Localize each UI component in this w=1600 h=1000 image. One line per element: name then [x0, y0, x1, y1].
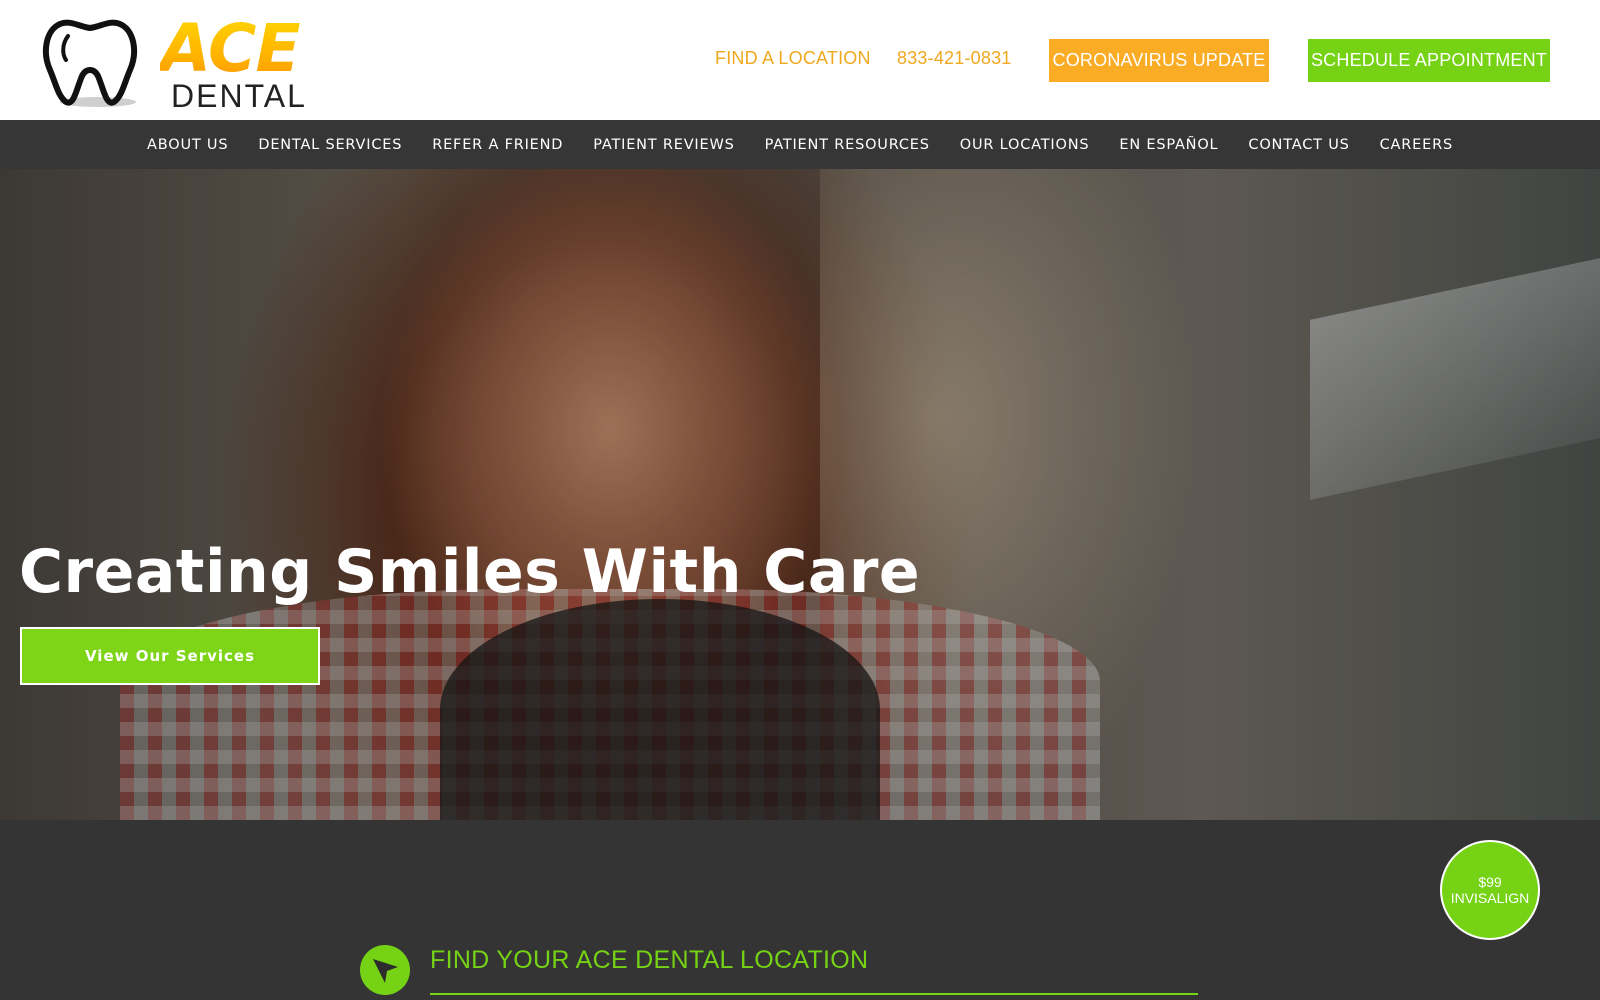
logo-word-dental: DENTAL — [171, 78, 307, 114]
nav-item-en-espanol[interactable]: EN ESPAÑOL — [1119, 137, 1218, 153]
promo-price: $99 — [1478, 874, 1502, 890]
locations-title: FIND YOUR ACE DENTAL LOCATION — [430, 946, 869, 974]
tooth-icon — [42, 19, 138, 107]
invisalign-promo-badge[interactable]: $99 INVISALIGN — [1440, 840, 1540, 940]
nav-item-about-us[interactable]: ABOUT US — [147, 137, 228, 153]
nav-item-careers[interactable]: CAREERS — [1380, 137, 1453, 153]
nav-item-patient-reviews[interactable]: PATIENT REVIEWS — [593, 137, 734, 153]
nav-item-contact-us[interactable]: CONTACT US — [1248, 137, 1349, 153]
main-nav: ABOUT US DENTAL SERVICES REFER A FRIEND … — [0, 120, 1600, 169]
phone-link[interactable]: 833-421-0831 — [897, 48, 1012, 69]
promo-label: INVISALIGN — [1450, 890, 1530, 906]
hero-title: Creating Smiles With Care — [19, 537, 921, 607]
location-arrow-icon — [360, 945, 410, 995]
hero-overlay — [0, 169, 1600, 820]
view-services-button[interactable]: View Our Services — [20, 627, 320, 685]
nav-item-our-locations[interactable]: OUR LOCATIONS — [960, 137, 1090, 153]
nav-item-refer-a-friend[interactable]: REFER A FRIEND — [432, 137, 563, 153]
find-location-link[interactable]: FIND A LOCATION — [715, 48, 871, 69]
schedule-appointment-button[interactable]: SCHEDULE APPOINTMENT — [1308, 39, 1550, 82]
site-header: ACE DENTAL FIND A LOCATION 833-421-0831 … — [0, 0, 1600, 120]
coronavirus-update-button[interactable]: CORONAVIRUS UPDATE — [1049, 39, 1269, 82]
hero-banner: Creating Smiles With Care View Our Servi… — [0, 169, 1600, 820]
nav-item-patient-resources[interactable]: PATIENT RESOURCES — [765, 137, 930, 153]
locations-divider — [430, 993, 1198, 995]
ace-dental-logo[interactable]: ACE DENTAL — [40, 10, 305, 112]
logo-word-ace: ACE — [160, 10, 301, 87]
nav-item-dental-services[interactable]: DENTAL SERVICES — [258, 137, 402, 153]
